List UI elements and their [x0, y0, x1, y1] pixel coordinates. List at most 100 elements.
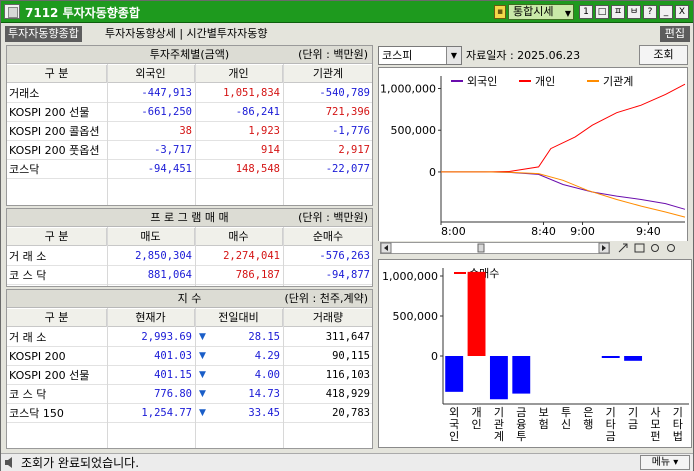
chevron-down-icon: ▼	[564, 9, 571, 18]
link-combo[interactable]: 통합시세 ▼	[508, 4, 574, 20]
pin-button[interactable]: 1	[579, 5, 593, 19]
col-price: 현재가	[107, 309, 195, 327]
row-label: 코 스 닥	[9, 388, 47, 401]
row-label: 거래소	[9, 87, 40, 100]
series-line	[441, 171, 686, 210]
cell-value: -540,789	[319, 87, 370, 99]
row-label: 거 래 소	[9, 250, 47, 263]
row-label: 코스닥	[9, 163, 40, 176]
zoom-out-icon[interactable]	[667, 244, 675, 252]
col-category: 구 분	[7, 65, 107, 83]
minimize-button[interactable]: _	[659, 5, 673, 19]
title-bar: 7112 투자자동향종합 ▪ 통합시세 ▼ 1 □ ㅍ ㅂ ? _ X	[1, 1, 693, 23]
speaker-icon	[5, 457, 12, 468]
row-label: 거 래 소	[9, 331, 47, 344]
table-row: 코 스 닥 776.80 14.73 ▼ 418,929	[7, 385, 372, 404]
y-tick-label: 500,000	[391, 124, 437, 137]
column-divider	[195, 308, 196, 448]
x-tick-label: 9:40	[636, 225, 661, 238]
column-divider	[195, 227, 196, 286]
row-label: KOSPI 200 선물	[9, 106, 90, 119]
cell-value: -94,877	[325, 269, 370, 281]
cell-value: 721,396	[325, 106, 370, 118]
tab-investor-detail[interactable]: 투자자동향상세 | 시간별투자자동향	[105, 26, 268, 42]
cell-value: 38	[179, 125, 192, 137]
help-button[interactable]: ?	[643, 5, 657, 19]
col-change: 전일대비	[195, 309, 283, 327]
cell-value: 401.03	[154, 350, 192, 362]
table-row: 거 래 소 2,993.69 28.15 ▼ 311,647	[7, 328, 372, 347]
program-panel: 프 로 그 램 매 매 (단위 : 백만원) 구 분 매도 매수 순매수 거 래 …	[6, 208, 373, 287]
down-arrow-icon: ▼	[199, 332, 206, 342]
down-arrow-icon: ▼	[199, 351, 206, 361]
cell-value: 881,064	[147, 269, 192, 281]
investor-trend-line-chart: 1,000,000 500,000 0 8:00 8:40 9:00 9:40 외국인 개인 기관…	[380, 75, 686, 238]
bar	[601, 356, 620, 358]
investor-panel-title: 투자주체별(금액)	[149, 48, 230, 61]
investor-panel-header: 투자주체별(금액) (단위 : 백만원)	[7, 46, 372, 64]
table-row: KOSPI 200 풋옵션 -3,717 914 2,917	[7, 141, 372, 160]
series-line	[441, 83, 686, 173]
x-tick-label: 8:00	[441, 225, 466, 238]
row-label: KOSPI 200 콜옵션	[9, 125, 100, 138]
app-window: 7112 투자자동향종합 ▪ 통합시세 ▼ 1 □ ㅍ ㅂ ? _ X 투자자동향…	[0, 0, 694, 471]
row-label: KOSPI 200	[9, 350, 66, 363]
row-label: KOSPI 200 선물	[9, 369, 90, 382]
investor-unit: (단위 : 백만원)	[298, 48, 368, 61]
cell-value: -447,913	[141, 87, 192, 99]
market-select[interactable]: 코스피 ▼	[378, 46, 462, 65]
settings-button[interactable]: ㅂ	[627, 5, 641, 19]
investor-panel: 투자주체별(금액) (단위 : 백만원) 구 분 외국인 개인 기관계 거래소 -4…	[6, 45, 373, 206]
x-tick-label: 펀	[650, 430, 660, 443]
program-unit: (단위 : 백만원)	[298, 211, 368, 224]
close-button[interactable]: X	[675, 5, 689, 19]
cell-value: -94,451	[147, 163, 192, 175]
cell-value: -22,077	[325, 163, 370, 175]
bar-chart-frame: 1,000,000500,0000순매수외국인개인기관계금융투보험투신은행기타금…	[378, 259, 692, 448]
query-button[interactable]: 조회	[639, 45, 688, 65]
x-tick-label: 인	[449, 430, 459, 443]
x-tick-label: 신	[561, 418, 571, 431]
col-buy: 매수	[195, 228, 283, 246]
cell-value: 2,917	[338, 144, 370, 156]
chart-toolbar	[378, 241, 692, 255]
cell-value: 786,187	[235, 269, 280, 281]
column-divider	[107, 227, 108, 286]
cell-value: -3,717	[154, 144, 192, 156]
cell-value: 418,929	[325, 388, 370, 400]
y-tick-label: 1,000,000	[380, 83, 436, 96]
col-institution: 기관계	[312, 67, 344, 80]
row-label: 코스닥 150	[9, 407, 64, 420]
scroll-thumb[interactable]	[477, 243, 485, 253]
col-sell: 매도	[107, 228, 195, 246]
down-arrow-icon: ▼	[199, 370, 206, 380]
copy-button[interactable]: □	[595, 5, 609, 19]
tab-bar: 투자자동향종합 투자자동향상세 | 시간별투자자동향 편집	[1, 24, 693, 43]
expand-icon[interactable]	[618, 243, 628, 253]
program-panel-header: 프 로 그 램 매 매 (단위 : 백만원)	[7, 209, 372, 227]
lock-icon[interactable]: ▪	[494, 5, 506, 19]
chevron-down-icon[interactable]: ▼	[446, 47, 461, 64]
cell-value: 20,783	[332, 407, 370, 419]
bar	[624, 356, 643, 361]
market-select-value: 코스피	[382, 49, 413, 62]
index-table-header: 구 분 현재가 전일대비 거래량	[7, 309, 372, 327]
cell-value: 148,548	[235, 163, 280, 175]
zoom-in-icon[interactable]	[651, 244, 659, 252]
row-label: 코 스 닥	[9, 269, 47, 282]
cell-value: 401.15	[154, 369, 192, 381]
save-icon[interactable]	[634, 243, 645, 253]
investor-table-header: 구 분 외국인 개인 기관계	[7, 65, 372, 83]
column-divider	[283, 64, 284, 205]
print-button[interactable]: ㅍ	[611, 5, 625, 19]
edit-button[interactable]: 편집	[659, 26, 690, 42]
cell-value: -576,263	[319, 250, 370, 262]
table-row: 거 래 소 2,850,304 2,274,041 -576,263	[7, 247, 372, 266]
tab-investor-summary[interactable]: 투자자동향종합	[5, 26, 82, 42]
cell-value: 90,115	[332, 350, 370, 362]
cell-value: 116,103	[325, 369, 370, 381]
cell-value: 1,923	[248, 125, 280, 137]
window-icon	[4, 4, 20, 19]
index-unit: (단위 : 천주,계약)	[284, 292, 369, 305]
menu-button[interactable]: 메뉴 ▾	[640, 455, 690, 470]
